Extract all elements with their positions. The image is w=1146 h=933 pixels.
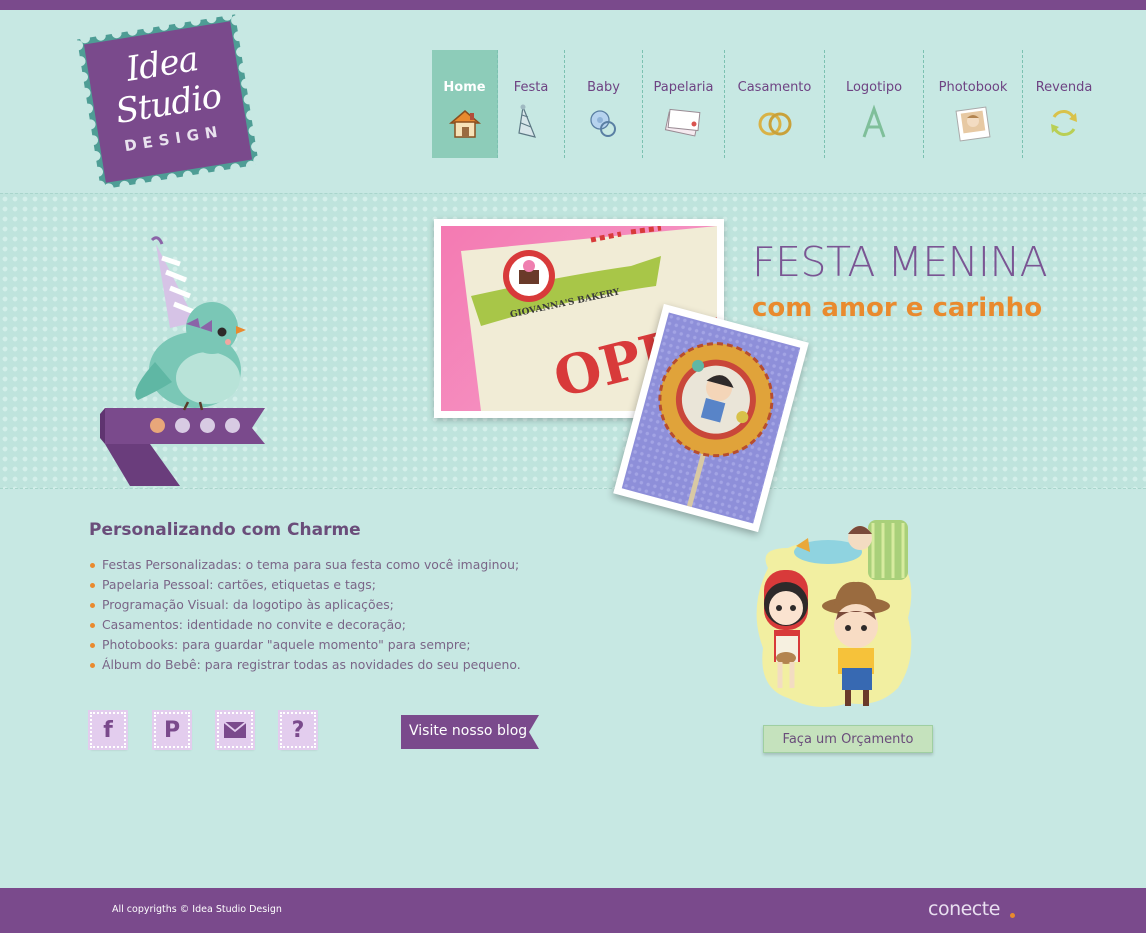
conecte-dot-mark <box>1010 913 1015 918</box>
recycle-arrows-icon <box>1051 110 1077 136</box>
party-hat-icon <box>518 104 536 138</box>
feature-item: Programação Visual: da logotipo às aplic… <box>90 595 521 615</box>
feature-item: Papelaria Pessoal: cartões, etiquetas e … <box>90 575 521 595</box>
copyright-text: All copyrigths © Idea Studio Design <box>112 904 282 915</box>
envelope-icon <box>223 721 247 738</box>
nav-label-papelaria: Papelaria <box>653 80 714 95</box>
feature-list: Festas Personalizadas: o tema para sua f… <box>90 555 521 675</box>
slider-dot-4[interactable] <box>225 418 240 433</box>
nav-label-festa: Festa <box>513 80 549 95</box>
section-title: Personalizando com Charme <box>89 520 361 540</box>
nav-item-photobook[interactable]: Photobook <box>924 50 1023 158</box>
nav-item-baby[interactable]: Baby <box>565 50 643 158</box>
kids-characters-illustration <box>756 520 912 707</box>
pinterest-icon: P <box>163 717 181 743</box>
top-bar <box>0 0 1146 10</box>
hero-title: FESTA MENINA <box>752 238 1048 286</box>
nav-label-home: Home <box>443 80 486 95</box>
nav-item-papelaria[interactable]: Papelaria <box>643 50 725 158</box>
nav-label-revenda: Revenda <box>1035 80 1093 95</box>
pacifier-icon <box>589 110 616 137</box>
conecte-credit-link[interactable]: conecte <box>928 898 1000 920</box>
pinterest-button[interactable]: P <box>152 710 192 750</box>
nav-item-logotipo[interactable]: Logotipo <box>825 50 924 158</box>
footer: All copyrigths © Idea Studio Design cone… <box>0 888 1146 933</box>
nav-label-logotipo: Logotipo <box>845 80 903 95</box>
site-logo[interactable]: Idea Studio DESIGN <box>73 10 264 194</box>
nav-label-casamento: Casamento <box>737 80 812 95</box>
main-nav: Home Festa Baby Papelaria Casamento Logo… <box>432 50 1105 158</box>
request-quote-button[interactable]: Faça um Orçamento <box>763 725 933 753</box>
letter-a-icon <box>862 104 886 138</box>
email-button[interactable] <box>215 710 255 750</box>
nav-item-festa[interactable]: Festa <box>498 50 565 158</box>
feature-item: Álbum do Bebê: para registrar todas as n… <box>90 655 521 675</box>
nav-item-casamento[interactable]: Casamento <box>725 50 825 158</box>
slider-dot-3[interactable] <box>200 418 215 433</box>
nav-label-photobook: Photobook <box>938 80 1008 95</box>
bird-illustration <box>100 236 265 486</box>
house-icon <box>448 110 481 138</box>
nav-item-home[interactable]: Home <box>432 50 498 158</box>
slider-dot-1[interactable] <box>150 418 165 433</box>
visit-blog-button[interactable]: Visite nosso blog <box>401 715 539 749</box>
feature-item: Festas Personalizadas: o tema para sua f… <box>90 555 521 575</box>
question-mark-icon: ? <box>291 717 305 743</box>
facebook-icon: f <box>103 717 113 743</box>
stationery-cards-icon <box>664 108 700 137</box>
slider-dot-2[interactable] <box>175 418 190 433</box>
feature-item: Photobooks: para guardar "aquele momento… <box>90 635 521 655</box>
hero-subtitle: com amor e carinho <box>752 293 1043 323</box>
visit-blog-label: Visite nosso blog <box>409 723 528 739</box>
wedding-rings-icon <box>758 112 791 136</box>
slider-pagination <box>150 418 240 433</box>
nav-item-revenda[interactable]: Revenda <box>1023 50 1105 158</box>
help-button[interactable]: ? <box>278 710 318 750</box>
feature-item: Casamentos: identidade no convite e deco… <box>90 615 521 635</box>
facebook-button[interactable]: f <box>88 710 128 750</box>
photo-icon <box>955 106 991 142</box>
nav-label-baby: Baby <box>587 80 620 95</box>
